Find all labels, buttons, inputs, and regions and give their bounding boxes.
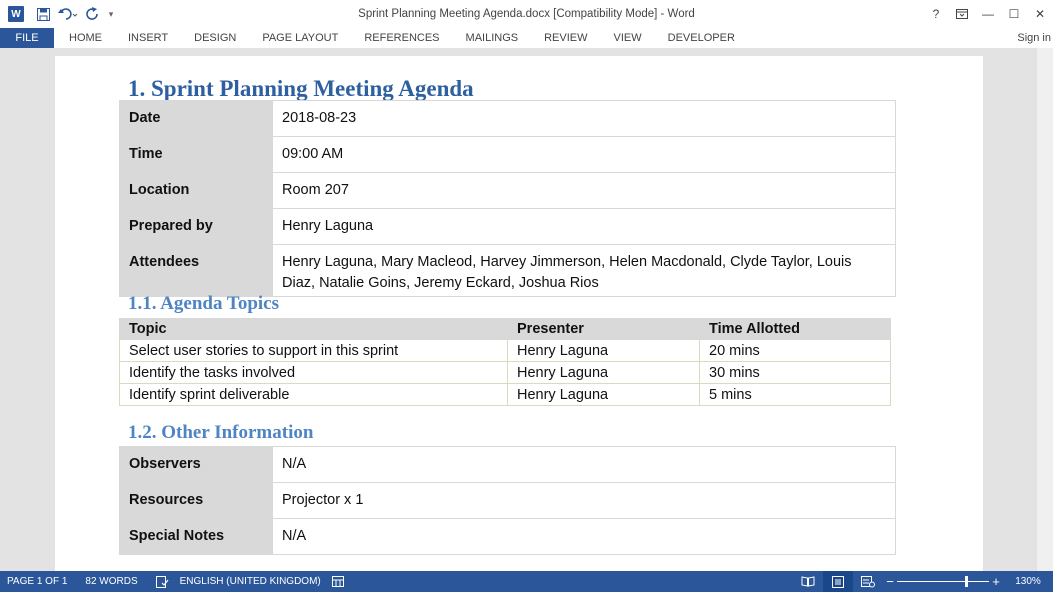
help-button[interactable]: ? [923, 0, 949, 28]
table-row: Resources Projector x 1 [119, 482, 896, 519]
web-layout-icon[interactable] [853, 571, 883, 592]
window-controls: ? — ☐ ✕ [923, 0, 1053, 28]
info-label-prepared-by: Prepared by [119, 208, 273, 245]
info-value-attendees: Henry Laguna, Mary Macleod, Harvey Jimme… [272, 244, 896, 297]
other-information-heading: 1.2. Other Information [128, 422, 314, 443]
table-row: Identify sprint deliverable Henry Laguna… [119, 383, 891, 406]
page-title: 1. Sprint Planning Meeting Agenda [128, 76, 474, 101]
info-value-time: 09:00 AM [272, 136, 896, 173]
status-bar: PAGE 1 OF 1 82 WORDS ENGLISH (UNITED KIN… [0, 571, 1053, 592]
read-mode-icon[interactable] [793, 571, 823, 592]
proofing-icon[interactable] [147, 571, 178, 592]
tab-view[interactable]: VIEW [601, 28, 655, 48]
info-value-prepared-by: Henry Laguna [272, 208, 896, 245]
table-row: Location Room 207 [119, 172, 896, 209]
zoom-out-button[interactable]: − [883, 574, 897, 589]
document-area: 1. Sprint Planning Meeting Agenda Date 2… [0, 48, 1053, 571]
time-cell: 20 mins [699, 339, 891, 362]
other-label-resources: Resources [119, 482, 273, 519]
minimize-button[interactable]: — [975, 0, 1001, 28]
meeting-info-table: Date 2018-08-23 Time 09:00 AM Location R… [119, 100, 896, 297]
column-header-topic: Topic [119, 318, 508, 340]
agenda-topics-heading: 1.1. Agenda Topics [128, 293, 279, 314]
topic-cell: Identify the tasks involved [119, 361, 508, 384]
maximize-button[interactable]: ☐ [1001, 0, 1027, 28]
agenda-topics-table: Topic Presenter Time Allotted Select use… [119, 318, 891, 406]
tab-references[interactable]: REFERENCES [351, 28, 452, 48]
info-value-location: Room 207 [272, 172, 896, 209]
table-row: Attendees Henry Laguna, Mary Macleod, Ha… [119, 244, 896, 297]
window-title: Sprint Planning Meeting Agenda.docx [Com… [358, 8, 695, 20]
table-row: Select user stories to support in this s… [119, 339, 891, 362]
info-label-location: Location [119, 172, 273, 209]
ribbon-display-options-icon[interactable] [949, 0, 975, 28]
info-label-time: Time [119, 136, 273, 173]
page-count[interactable]: PAGE 1 OF 1 [0, 571, 76, 592]
table-row: Identify the tasks involved Henry Laguna… [119, 361, 891, 384]
language-indicator[interactable]: ENGLISH (UNITED KINGDOM) [178, 571, 330, 592]
word-count[interactable]: 82 WORDS [76, 571, 146, 592]
tab-review[interactable]: REVIEW [531, 28, 600, 48]
sign-in-link[interactable]: Sign in [1017, 28, 1051, 48]
tab-insert[interactable]: INSERT [115, 28, 181, 48]
title-bar: W ▾ Sprint Planning Meeting Agenda.docx … [0, 0, 1053, 28]
zoom-in-button[interactable]: + [989, 574, 1003, 589]
document-page[interactable]: 1. Sprint Planning Meeting Agenda Date 2… [55, 56, 983, 571]
tab-mailings[interactable]: MAILINGS [453, 28, 532, 48]
time-cell: 30 mins [699, 361, 891, 384]
tab-page-layout[interactable]: PAGE LAYOUT [249, 28, 351, 48]
print-layout-icon[interactable] [823, 571, 853, 592]
status-bar-right: − + 130% [793, 571, 1053, 592]
presenter-cell: Henry Laguna [507, 383, 700, 406]
macro-recording-icon[interactable] [330, 571, 353, 592]
vertical-scrollbar[interactable] [1036, 48, 1053, 571]
other-info-table: Observers N/A Resources Projector x 1 Sp… [119, 446, 896, 555]
table-row: Date 2018-08-23 [119, 100, 896, 137]
presenter-cell: Henry Laguna [507, 361, 700, 384]
tab-home[interactable]: HOME [54, 28, 115, 48]
other-label-observers: Observers [119, 446, 273, 483]
ribbon-tabs: FILE HOME INSERT DESIGN PAGE LAYOUT REFE… [0, 28, 1053, 48]
topic-cell: Select user stories to support in this s… [119, 339, 508, 362]
other-label-special-notes: Special Notes [119, 518, 273, 555]
tab-file[interactable]: FILE [0, 28, 54, 48]
other-value-resources: Projector x 1 [272, 482, 896, 519]
time-cell: 5 mins [699, 383, 891, 406]
table-row: Observers N/A [119, 446, 896, 483]
info-label-attendees: Attendees [119, 244, 273, 297]
info-label-date: Date [119, 100, 273, 137]
topic-cell: Identify sprint deliverable [119, 383, 508, 406]
table-row: Time 09:00 AM [119, 136, 896, 173]
tab-design[interactable]: DESIGN [181, 28, 249, 48]
other-value-observers: N/A [272, 446, 896, 483]
column-header-presenter: Presenter [507, 318, 700, 340]
tab-developer[interactable]: DEVELOPER [655, 28, 748, 48]
info-value-date: 2018-08-23 [272, 100, 896, 137]
zoom-slider-handle[interactable] [965, 576, 969, 587]
table-row: Prepared by Henry Laguna [119, 208, 896, 245]
zoom-level[interactable]: 130% [1003, 571, 1053, 592]
other-value-special-notes: N/A [272, 518, 896, 555]
table-row: Special Notes N/A [119, 518, 896, 555]
presenter-cell: Henry Laguna [507, 339, 700, 362]
zoom-slider[interactable] [897, 571, 989, 592]
column-header-time-allotted: Time Allotted [699, 318, 891, 340]
close-button[interactable]: ✕ [1027, 0, 1053, 28]
table-header-row: Topic Presenter Time Allotted [119, 318, 891, 340]
